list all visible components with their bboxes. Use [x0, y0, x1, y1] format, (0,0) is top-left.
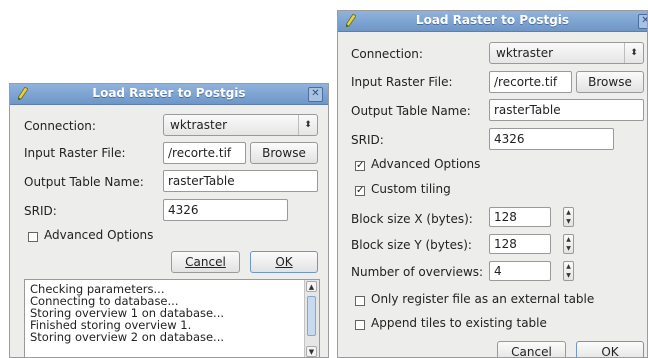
block-x-spinbox[interactable]: 128 — [489, 207, 551, 227]
input-raster-field[interactable]: /recorte.tif — [163, 142, 246, 164]
srid-field[interactable]: 4326 — [163, 199, 288, 221]
input-raster-label: Input Raster File: — [351, 75, 453, 89]
left-dialog: Load Raster to Postgis ✕ Connection: wkt… — [9, 83, 329, 358]
log-scrollbar[interactable]: ▲ ▼ — [304, 280, 319, 357]
ok-label: OK — [601, 345, 619, 358]
block-y-spinbox[interactable]: 128 — [489, 234, 551, 254]
output-table-label: Output Table Name: — [24, 175, 144, 189]
srid-field[interactable]: 4326 — [489, 128, 614, 150]
up-down-arrows-icon: ⬍ — [298, 115, 317, 135]
left-dialog-title: Load Raster to Postgis — [92, 86, 246, 100]
up-down-arrows-icon: ⬍ — [624, 43, 643, 63]
input-raster-label: Input Raster File: — [24, 146, 126, 160]
overviews-spinbox[interactable]: 4 — [489, 261, 551, 281]
append-tiles-checkbox[interactable] — [355, 320, 365, 330]
browse-button[interactable]: Browse — [250, 142, 318, 164]
connection-label: Connection: — [24, 119, 96, 133]
browse-button[interactable]: Browse — [576, 71, 644, 93]
cancel-button[interactable]: Cancel — [171, 251, 240, 273]
overviews-spin-arrows-icon[interactable]: ▲ ▼ — [563, 261, 574, 281]
append-tiles-label: Append tiles to existing table — [371, 316, 547, 330]
block-y-spin-arrows-icon[interactable]: ▲ ▼ — [563, 234, 574, 254]
block-x-spin-arrows-icon[interactable]: ▲ ▼ — [563, 207, 574, 227]
right-dialog: Load Raster to Postgis ✕ Connection: wkt… — [337, 10, 648, 358]
right-titlebar[interactable]: Load Raster to Postgis ✕ — [338, 11, 647, 32]
register-external-label: Only register file as an external table — [371, 292, 595, 306]
ok-button[interactable]: OK — [250, 251, 318, 273]
custom-tiling-checkbox[interactable]: ✓ — [355, 186, 365, 196]
connection-value: wktraster — [170, 118, 228, 132]
scroll-up-icon[interactable]: ▲ — [306, 281, 317, 292]
connection-combo[interactable]: wktraster ⬍ — [163, 114, 318, 136]
log-line: Storing overview 2 on database... — [30, 330, 225, 344]
block-y-label: Block size Y (bytes): — [351, 238, 472, 252]
advanced-options-label: Advanced Options — [371, 157, 481, 171]
cancel-button[interactable]: Cancel — [497, 341, 566, 358]
custom-tiling-label: Custom tiling — [371, 182, 451, 196]
cancel-label: Cancel — [511, 345, 552, 358]
left-titlebar[interactable]: Load Raster to Postgis ✕ — [10, 84, 328, 105]
connection-combo[interactable]: wktraster ⬍ — [489, 42, 644, 64]
advanced-options-checkbox[interactable]: ✓ — [355, 161, 365, 171]
ok-label: OK — [275, 255, 293, 269]
advanced-options-checkbox[interactable] — [28, 232, 38, 242]
cancel-label: Cancel — [185, 255, 226, 269]
checkmark-icon: ✓ — [356, 185, 365, 196]
close-icon[interactable]: ✕ — [308, 87, 323, 102]
progress-log[interactable]: Checking parameters... Connecting to dat… — [24, 279, 320, 357]
block-x-label: Block size X (bytes): — [351, 212, 473, 226]
input-raster-field[interactable]: /recorte.tif — [489, 71, 572, 93]
connection-value: wktraster — [496, 46, 554, 60]
ok-button[interactable]: OK — [576, 341, 644, 358]
output-table-field[interactable]: rasterTable — [163, 170, 318, 192]
scroll-down-icon[interactable]: ▼ — [306, 346, 317, 357]
output-table-field[interactable]: rasterTable — [489, 99, 644, 121]
srid-label: SRID: — [24, 204, 57, 218]
overviews-label: Number of overviews: — [351, 265, 484, 279]
advanced-options-label: Advanced Options — [44, 228, 154, 242]
close-icon[interactable]: ✕ — [638, 14, 647, 29]
register-external-checkbox[interactable] — [355, 296, 365, 306]
checkmark-icon: ✓ — [356, 160, 365, 171]
connection-label: Connection: — [351, 47, 423, 61]
right-dialog-title: Load Raster to Postgis — [415, 13, 570, 27]
output-table-label: Output Table Name: — [351, 104, 471, 118]
scroll-thumb[interactable] — [307, 296, 316, 336]
srid-label: SRID: — [351, 133, 384, 147]
